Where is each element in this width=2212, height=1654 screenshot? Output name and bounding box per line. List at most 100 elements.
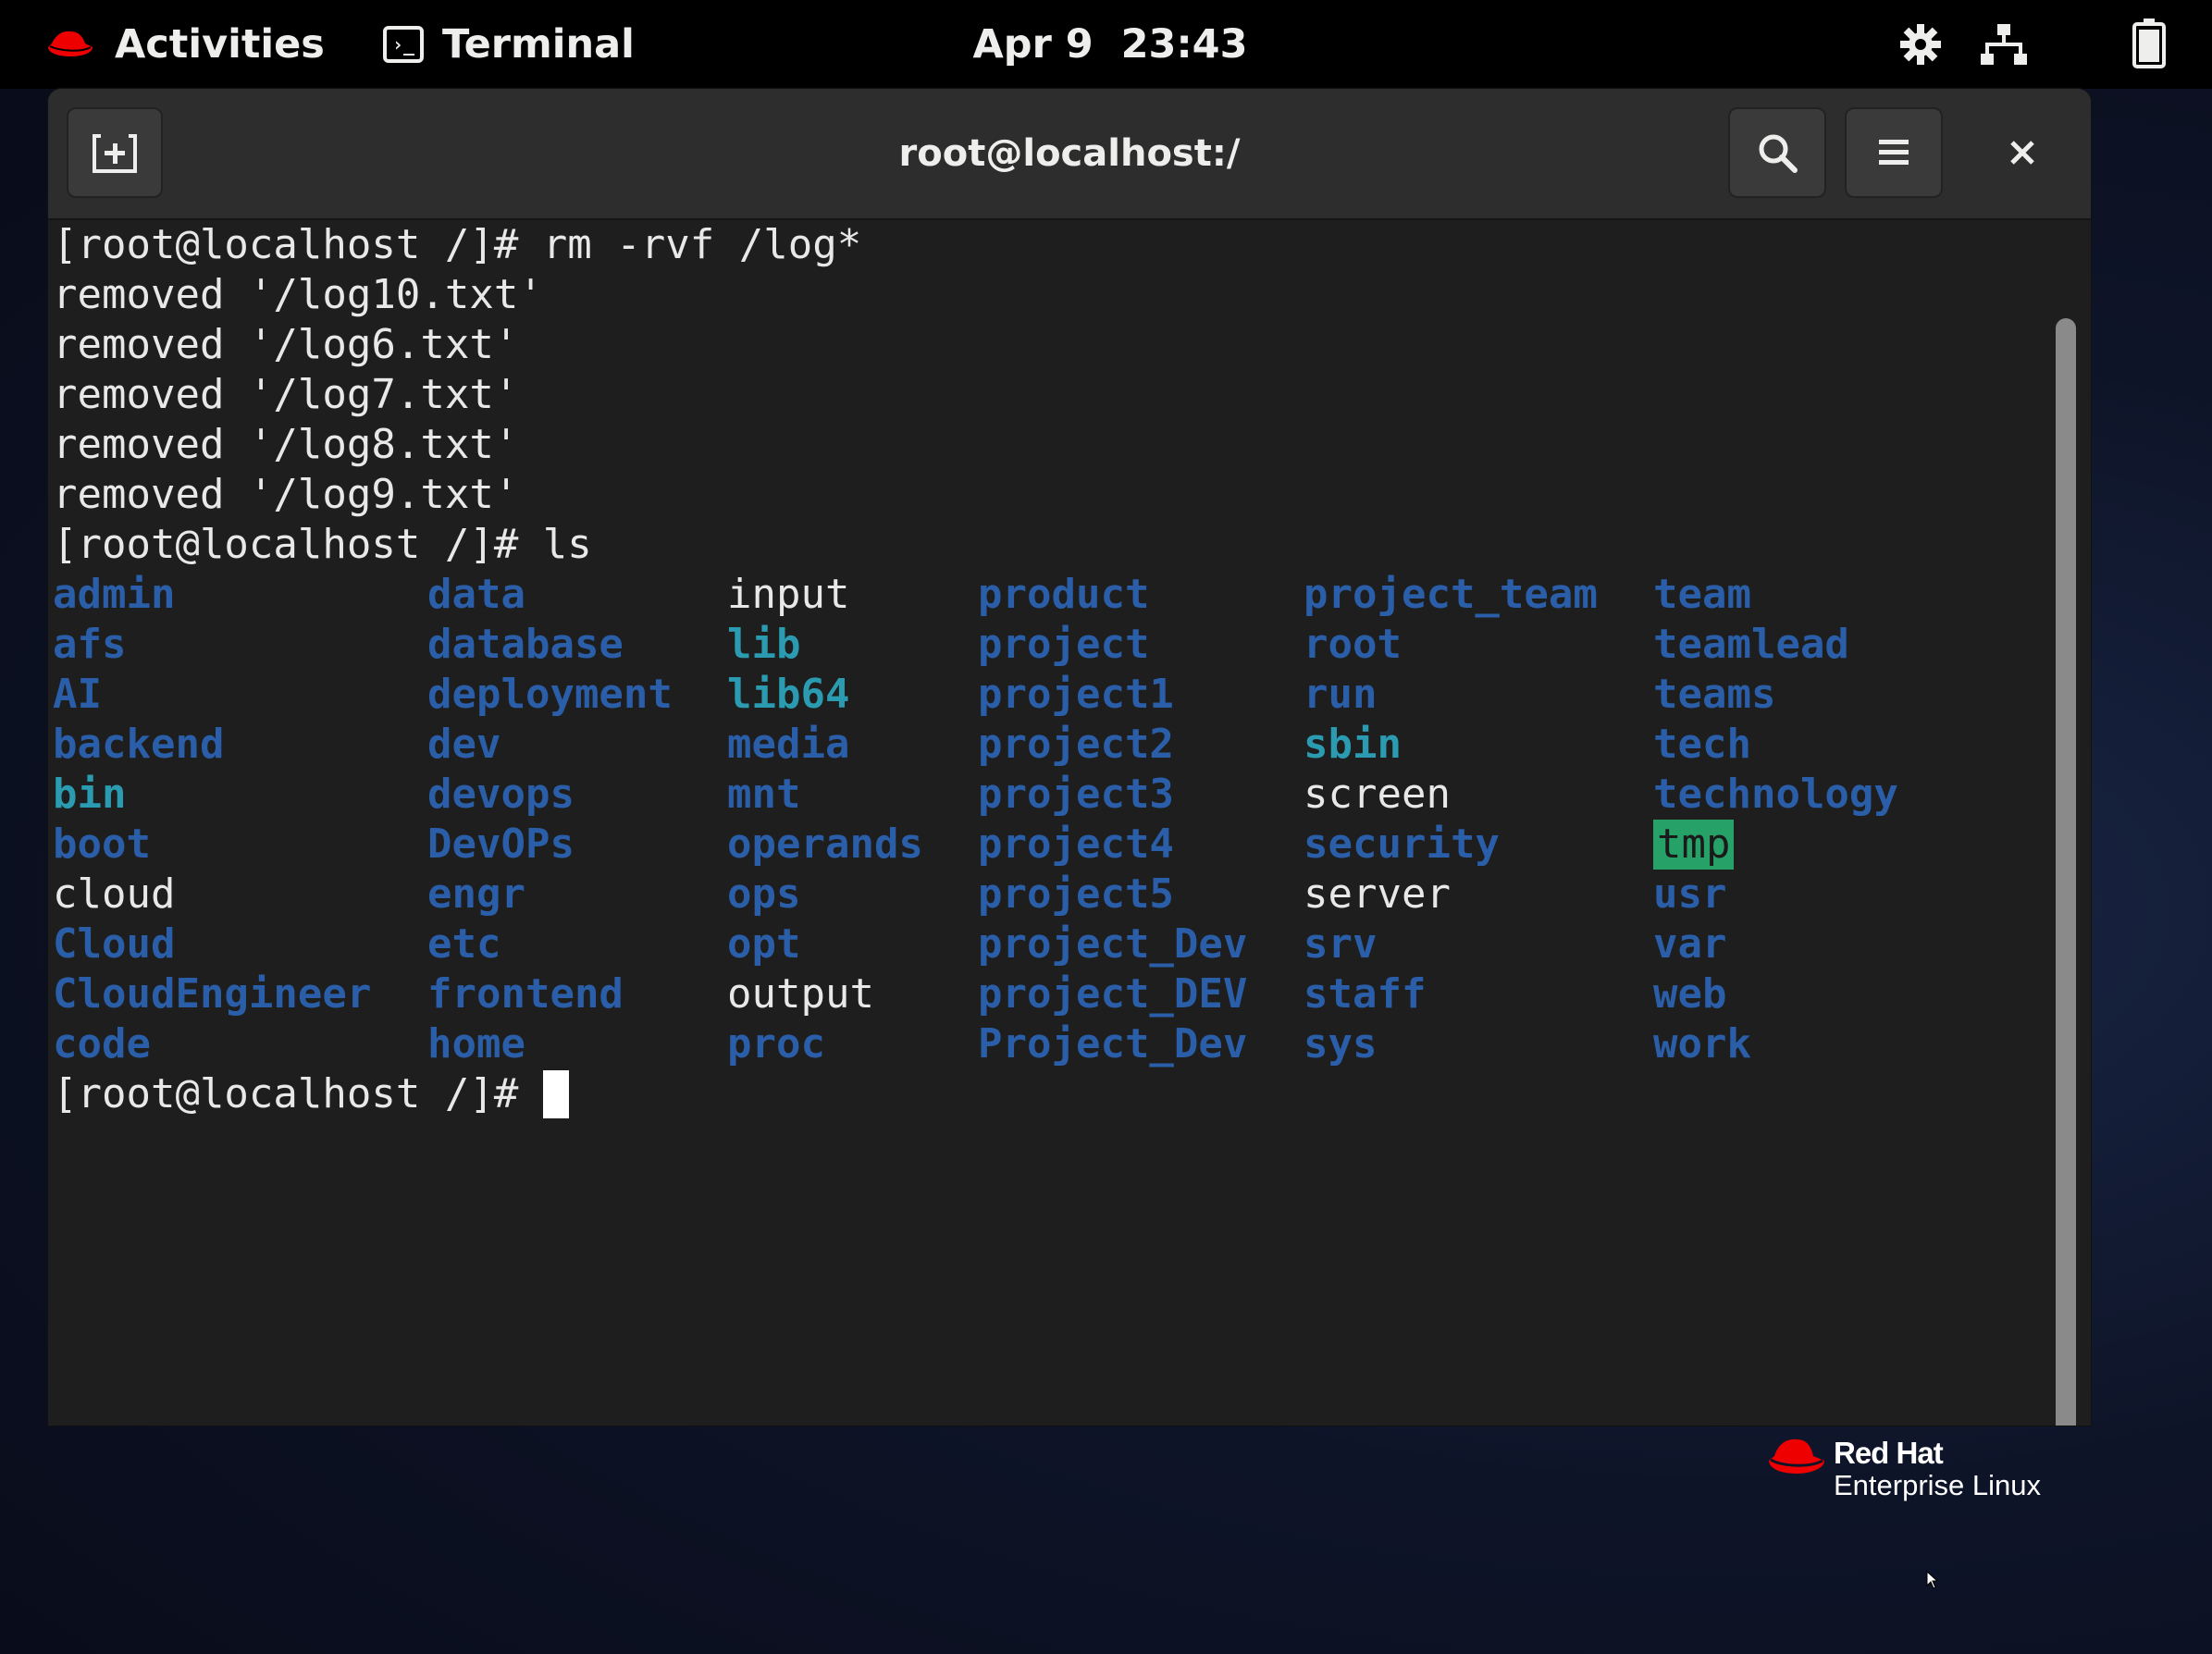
redhat-icon (48, 31, 93, 56)
ls-entry-dir: operands (727, 821, 923, 868)
ls-entry-dir: deployment (427, 671, 673, 718)
ls-entry-dir: team (1653, 571, 1751, 618)
close-button[interactable] (1976, 107, 2069, 198)
ls-entry-dir: boot (53, 821, 151, 868)
ls-entry-dir: data (427, 571, 525, 618)
ls-entry-file: screen (1304, 771, 1451, 818)
ls-entry-dir: Cloud (53, 920, 176, 968)
ls-entry-dir: DevOPs (427, 821, 575, 868)
ls-entry-dir: CloudEngineer (53, 970, 372, 1018)
ls-entry-file: cloud (53, 870, 176, 918)
redhat-icon (1769, 1438, 1824, 1474)
terminal-line: removed '/log10.txt' (53, 271, 543, 318)
ls-entry-link: sbin (1304, 721, 1402, 768)
ls-entry-dir: afs (53, 621, 127, 668)
ls-entry-dir: engr (427, 870, 525, 918)
ls-entry-dir: project5 (978, 870, 1174, 918)
ls-entry-dir: teams (1653, 671, 1776, 718)
ls-entry-dir: media (727, 721, 850, 768)
activities-label: Activities (115, 21, 325, 68)
terminal-window: root@localhost:/ [root@localhost /]# rm … (48, 89, 2091, 1426)
ls-entry-dir: opt (727, 920, 801, 968)
ls-entry-dir: home (427, 1020, 525, 1068)
ls-entry-dir: technology (1653, 771, 1898, 818)
terminal-line: removed '/log6.txt' (53, 321, 519, 368)
mouse-pointer-icon (1926, 1571, 1939, 1589)
app-menu-label: Terminal (442, 21, 635, 68)
ls-entry-dir: project_team (1304, 571, 1598, 618)
ls-entry-link: lib (727, 621, 801, 668)
ls-entry-dir: product (978, 571, 1150, 618)
ls-entry-dir: root (1304, 621, 1402, 668)
text-cursor (542, 1070, 569, 1118)
prompt-text: [root@localhost /]# (53, 1070, 543, 1117)
terminal-line: [root@localhost /]# ls (53, 521, 592, 568)
ls-entry-link: bin (53, 771, 127, 818)
ls-entry-dir: project3 (978, 771, 1174, 818)
app-menu-terminal[interactable]: ›_ Terminal (383, 0, 635, 89)
ls-entry-dir: proc (727, 1020, 825, 1068)
terminal-line: removed '/log7.txt' (53, 371, 519, 418)
ls-entry-dir: staff (1304, 970, 1427, 1018)
ls-entry-dir: srv (1304, 920, 1378, 968)
ls-entry-dir: admin (53, 571, 176, 618)
ls-entry-dir: project_Dev (978, 920, 1248, 968)
ls-entry-dir: teamlead (1653, 621, 1849, 668)
ls-entry-dir: project_DEV (978, 970, 1248, 1018)
search-icon (1759, 134, 1798, 173)
header-bar: root@localhost:/ (48, 89, 2091, 220)
ls-entry-file: output (727, 970, 874, 1018)
ls-entry-dir: tech (1653, 721, 1751, 768)
close-icon (2010, 141, 2034, 165)
redhat-enterprise-linux-logo: Red Hat Enterprise Linux (1767, 1434, 2072, 1508)
terminal-line: [root@localhost /]# rm -rvf /log* (53, 221, 862, 268)
prompt-line: [root@localhost /]# (53, 1069, 569, 1119)
terminal-line: removed '/log9.txt' (53, 471, 519, 518)
brand-line-1: Red Hat (1834, 1436, 1944, 1470)
ls-entry-dir: project (978, 621, 1150, 668)
ls-entry-dir: project4 (978, 821, 1174, 868)
ls-entry-dir: sys (1304, 1020, 1378, 1068)
terminal-output[interactable]: [root@localhost /]# rm -rvf /log* remove… (48, 220, 2043, 1426)
clock: Apr 9 23:43 (0, 0, 2212, 89)
new-tab-button[interactable] (67, 107, 163, 198)
brand-line-2: Enterprise Linux (1834, 1469, 2042, 1501)
ls-entry-dir: Project_Dev (978, 1020, 1248, 1068)
ls-entry-dir: etc (427, 920, 501, 968)
new-tab-icon (93, 132, 137, 173)
ls-entry-dir: code (53, 1020, 151, 1068)
ls-entry-dir: usr (1653, 870, 1727, 918)
ls-entry-dir: devops (427, 771, 575, 818)
ls-entry-sticky: tmp (1653, 820, 1735, 870)
ls-entry-dir: work (1653, 1020, 1751, 1068)
ls-entry-dir: ops (727, 870, 801, 918)
clock-text[interactable]: Apr 9 23:43 (973, 21, 1248, 68)
hamburger-menu-icon (1879, 140, 1909, 165)
ls-entry-dir: dev (427, 721, 501, 768)
ls-entry-file: input (727, 571, 850, 618)
ls-entry-dir: var (1653, 920, 1727, 968)
settings-icon[interactable] (1898, 22, 1943, 67)
ls-entry-dir: web (1653, 970, 1727, 1018)
scrollbar[interactable] (2043, 220, 2091, 1426)
menu-button[interactable] (1845, 107, 1943, 198)
ls-entry-link: lib64 (727, 671, 850, 718)
ls-entry-dir: backend (53, 721, 225, 768)
top-bar: Activities ›_ Terminal Apr 9 23:43 (0, 0, 2212, 89)
ls-entry-dir: mnt (727, 771, 801, 818)
network-icon[interactable] (1981, 24, 2027, 67)
ls-entry-dir: AI (53, 671, 102, 718)
battery-icon[interactable] (2132, 19, 2166, 68)
ls-entry-dir: security (1304, 821, 1500, 868)
ls-entry-file: server (1304, 870, 1451, 918)
terminal-line: removed '/log8.txt' (53, 421, 519, 468)
activities-button[interactable]: Activities (46, 0, 325, 89)
ls-entry-dir: database (427, 621, 624, 668)
ls-entry-dir: project1 (978, 671, 1174, 718)
scrollbar-thumb[interactable] (2056, 318, 2076, 1426)
ls-entry-dir: run (1304, 671, 1378, 718)
search-button[interactable] (1728, 107, 1826, 198)
terminal-app-icon: ›_ (383, 26, 424, 63)
ls-entry-dir: frontend (427, 970, 624, 1018)
ls-entry-dir: project2 (978, 721, 1174, 768)
